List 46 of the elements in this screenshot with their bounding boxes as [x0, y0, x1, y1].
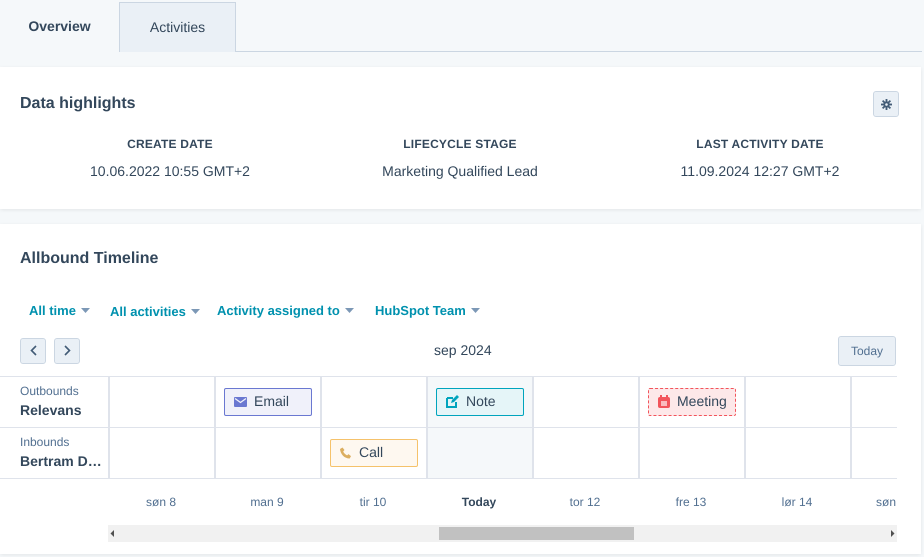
call-event[interactable]: Call — [330, 438, 418, 467]
day-label: man 9 — [249, 494, 285, 511]
month-label: sep 2024 — [434, 341, 492, 360]
day-label: lør 14 — [780, 494, 814, 511]
horizontal-scrollbar[interactable] — [108, 525, 897, 542]
settings-icon — [880, 98, 892, 110]
filter-dropdown[interactable]: Activity assigned to — [217, 300, 375, 322]
filter-dropdown[interactable]: HubSpot Team — [375, 300, 480, 322]
settings-button[interactable] — [873, 91, 899, 117]
envelope-icon — [234, 396, 247, 407]
day-label: tor 12 — [568, 494, 602, 511]
day-label: søn 8 — [144, 494, 177, 511]
caret-icon — [190, 309, 200, 314]
email-event[interactable]: Email — [224, 388, 312, 416]
card-title: Allbound Timeline — [20, 249, 160, 268]
today-button[interactable]: Today — [838, 336, 896, 366]
edit-icon — [446, 395, 459, 408]
chevron-right-icon — [64, 345, 70, 356]
meeting-event[interactable]: Meeting — [648, 388, 736, 416]
row-name: Bertram D… — [20, 452, 103, 471]
note-event[interactable]: Note — [436, 388, 524, 416]
calendar-icon — [658, 395, 670, 408]
phone-icon — [340, 446, 352, 459]
caret-icon — [80, 308, 90, 314]
card-title: Data highlights — [20, 94, 136, 114]
day-label: fre 13 — [674, 494, 708, 511]
day-label: tir 10 — [358, 494, 388, 511]
row-name: Relevans — [20, 400, 82, 420]
caret-icon — [344, 308, 354, 314]
chevron-left-icon — [30, 345, 36, 356]
day-label: Today — [460, 494, 498, 511]
row-group-label: Outbounds — [20, 382, 80, 400]
field-label: LIFECYCLE STAGE — [402, 136, 518, 153]
row-group-label: Inbounds — [20, 434, 70, 451]
day-label: søn — [875, 494, 897, 511]
filter-dropdown[interactable]: All activities — [110, 302, 217, 322]
next-button[interactable] — [54, 338, 80, 364]
field-value: 11.09.2024 12:27 GMT+2 — [680, 162, 840, 181]
filter-dropdown[interactable]: All time — [29, 300, 110, 322]
previous-button[interactable] — [20, 338, 46, 364]
tab[interactable]: Activities — [119, 2, 236, 52]
field-value: Marketing Qualified Lead — [381, 162, 539, 181]
caret-icon — [470, 308, 480, 314]
field-label: CREATE DATE — [126, 136, 214, 153]
field-value: 10.06.2022 10:55 GMT+2 — [89, 162, 251, 181]
field-label: LAST ACTIVITY DATE — [695, 136, 825, 153]
